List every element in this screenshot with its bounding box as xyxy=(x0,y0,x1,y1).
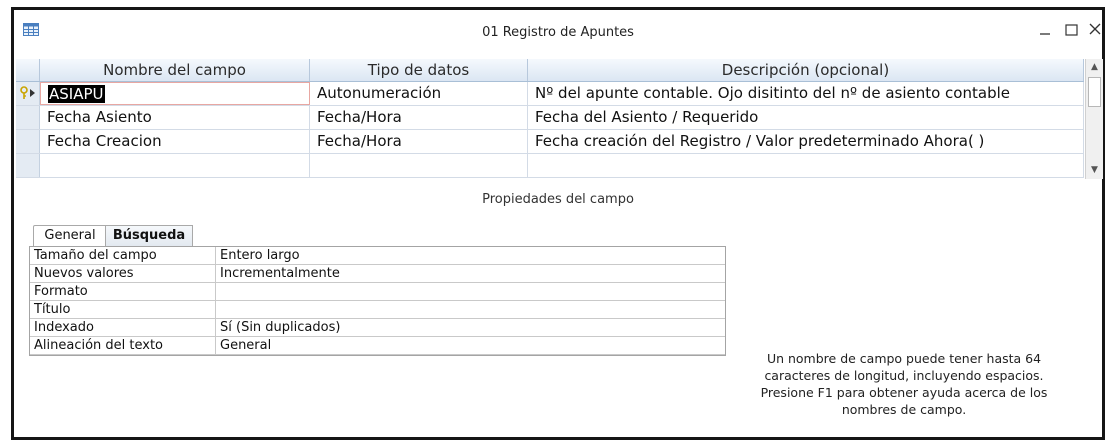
property-label: Indexado xyxy=(30,319,216,336)
scroll-down-icon[interactable]: ▼ xyxy=(1087,163,1102,178)
property-row[interactable]: Indexado Sí (Sin duplicados) xyxy=(30,319,725,337)
property-label: Tamaño del campo xyxy=(30,247,216,264)
grid-header: Nombre del campo Tipo de datos Descripci… xyxy=(16,59,1084,82)
help-text: Un nombre de campo puede tener hasta 64 … xyxy=(760,351,1048,417)
property-value[interactable] xyxy=(216,301,725,318)
field-name-cell[interactable]: Fecha Creacion xyxy=(40,130,310,153)
column-header-description[interactable]: Descripción (opcional) xyxy=(528,59,1084,81)
description-cell[interactable] xyxy=(528,154,1084,177)
property-row[interactable]: Formato xyxy=(30,283,725,301)
scroll-up-icon[interactable]: ▲ xyxy=(1087,60,1102,75)
scroll-thumb[interactable] xyxy=(1088,77,1101,107)
table-row[interactable]: ASIAPU Autonumeración Nº del apunte cont… xyxy=(16,82,1084,106)
property-row[interactable]: Nuevos valores Incrementalmente xyxy=(30,265,725,283)
property-row[interactable]: Alineación del texto General xyxy=(30,337,725,355)
data-type-cell[interactable] xyxy=(310,154,528,177)
property-label: Alineación del texto xyxy=(30,337,216,354)
row-selector[interactable] xyxy=(16,130,40,153)
table-row[interactable]: Fecha Creacion Fecha/Hora Fecha creación… xyxy=(16,130,1084,154)
property-label: Formato xyxy=(30,283,216,300)
title-bar: 01 Registro de Apuntes xyxy=(14,10,1102,53)
row-selector[interactable] xyxy=(16,154,40,177)
description-cell[interactable]: Fecha del Asiento / Requerido xyxy=(528,106,1084,129)
data-type-cell[interactable]: Autonumeración xyxy=(310,82,528,105)
data-type-cell[interactable]: Fecha/Hora xyxy=(310,130,528,153)
tab-general[interactable]: General xyxy=(33,225,107,246)
properties-table: Tamaño del campo Entero largo Nuevos val… xyxy=(29,246,726,356)
property-value[interactable] xyxy=(216,283,725,300)
maximize-icon[interactable] xyxy=(1058,19,1084,41)
description-cell[interactable]: Nº del apunte contable. Ojo disitinto de… xyxy=(528,82,1084,105)
row-selector[interactable] xyxy=(16,82,40,105)
tab-busqueda[interactable]: Búsqueda xyxy=(105,225,193,247)
table-design-window: 01 Registro de Apuntes Nombre del campo … xyxy=(11,7,1105,440)
property-value[interactable]: Incrementalmente xyxy=(216,265,725,282)
field-properties-title: Propiedades del campo xyxy=(482,192,634,207)
column-header-name[interactable]: Nombre del campo xyxy=(40,59,310,81)
property-label: Nuevos valores xyxy=(30,265,216,282)
selected-text[interactable]: ASIAPU xyxy=(48,85,105,103)
primary-key-icon xyxy=(20,86,35,99)
property-row[interactable]: Tamaño del campo Entero largo xyxy=(30,247,725,265)
property-value[interactable]: General xyxy=(216,337,725,354)
table-row[interactable] xyxy=(16,154,1084,178)
description-cell[interactable]: Fecha creación del Registro / Valor pred… xyxy=(528,130,1084,153)
property-value[interactable]: Sí (Sin duplicados) xyxy=(216,319,725,336)
field-name-cell[interactable] xyxy=(40,154,310,177)
table-row[interactable]: Fecha Asiento Fecha/Hora Fecha del Asien… xyxy=(16,106,1084,130)
field-name-cell[interactable]: ASIAPU xyxy=(40,82,310,105)
data-type-cell[interactable]: Fecha/Hora xyxy=(310,106,528,129)
field-name-cell[interactable]: Fecha Asiento xyxy=(40,106,310,129)
close-icon[interactable] xyxy=(1082,19,1108,41)
window-title: 01 Registro de Apuntes xyxy=(482,25,634,40)
property-label: Título xyxy=(30,301,216,318)
property-row[interactable]: Título xyxy=(30,301,725,319)
select-all-corner[interactable] xyxy=(16,59,40,81)
row-selector[interactable] xyxy=(16,106,40,129)
minimize-icon[interactable] xyxy=(1032,19,1058,41)
column-header-type[interactable]: Tipo de datos xyxy=(310,59,528,81)
vertical-scrollbar[interactable]: ▲ ▼ xyxy=(1085,59,1103,179)
property-value[interactable]: Entero largo xyxy=(216,247,725,264)
